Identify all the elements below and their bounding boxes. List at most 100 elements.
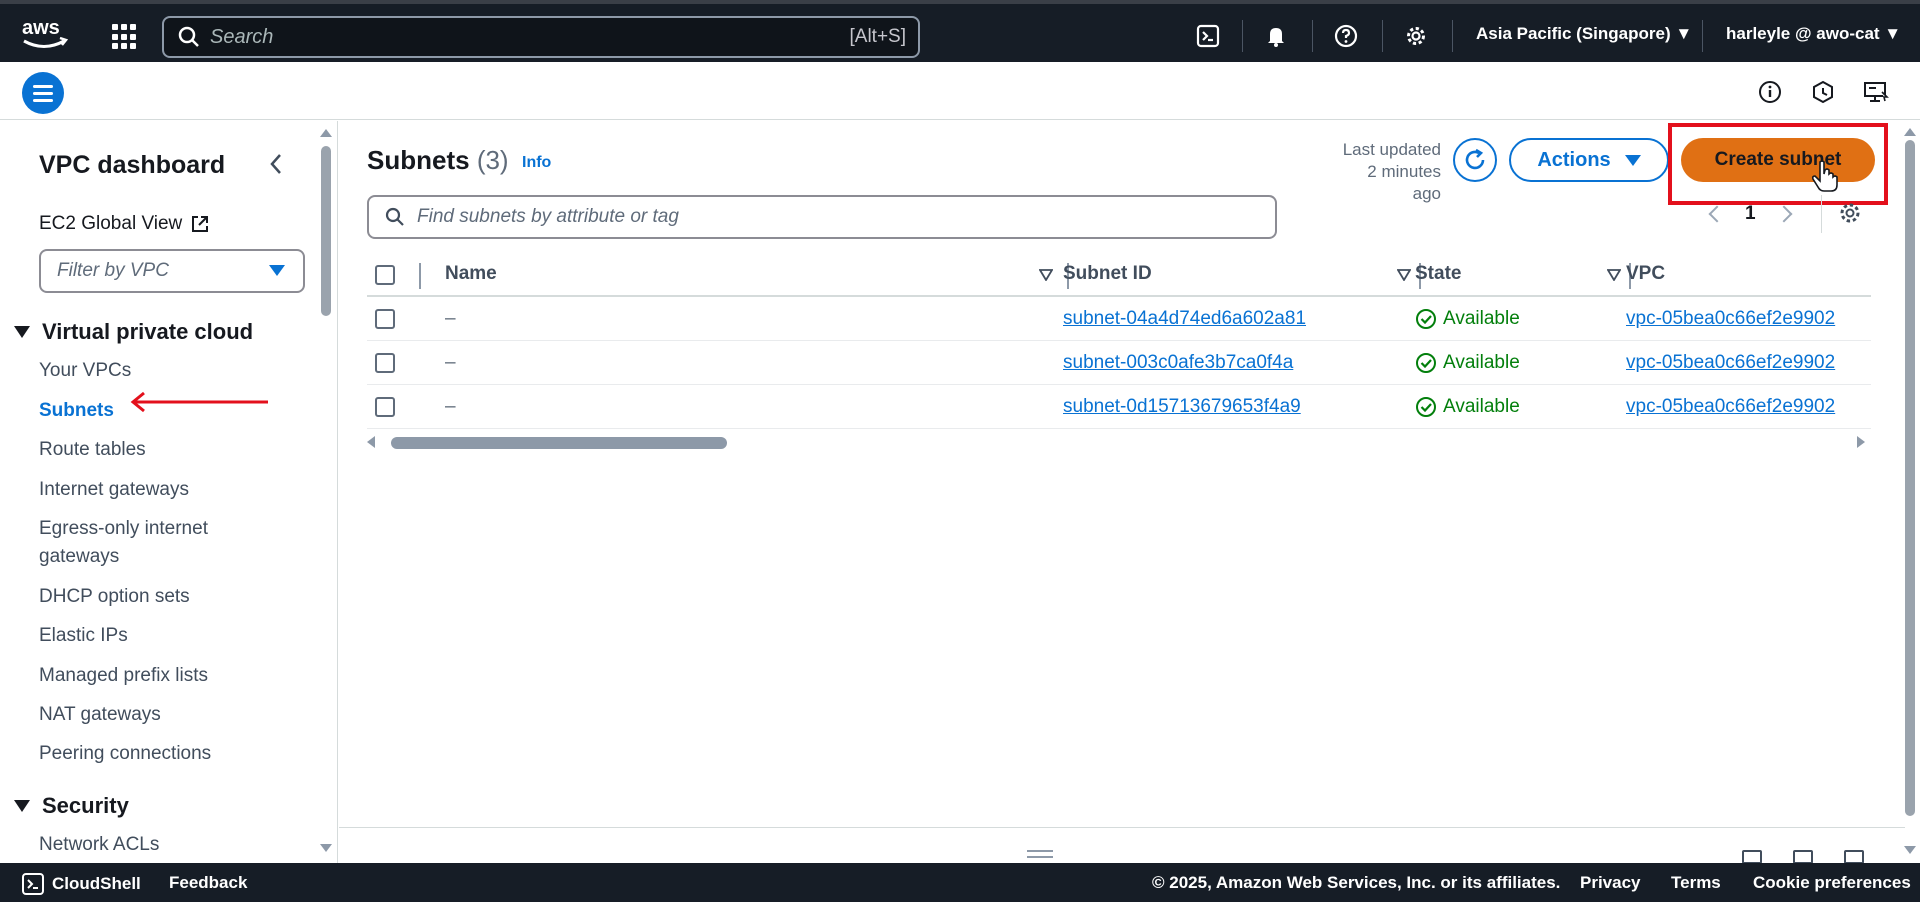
cloudshell-footer-button[interactable]: CloudShell	[22, 873, 141, 895]
cell-subnet-id-link[interactable]: subnet-04a4d74ed6a602a81	[1063, 308, 1306, 330]
settings-gear-icon[interactable]	[1402, 22, 1430, 50]
page-title-text: Subnets	[367, 145, 470, 175]
annotation-red-arrow-icon	[130, 391, 268, 413]
feedback-link[interactable]: Feedback	[169, 873, 247, 893]
select-all-checkbox[interactable]	[375, 265, 395, 285]
sidebar-item-route-tables[interactable]: Route tables	[39, 436, 146, 464]
actions-dropdown-button[interactable]: Actions	[1509, 138, 1669, 182]
split-panel-drag-handle-icon[interactable]	[1027, 850, 1053, 858]
status-available-check-icon	[1416, 397, 1436, 417]
cookie-preferences-link[interactable]: Cookie preferences	[1753, 873, 1911, 893]
info-link[interactable]: Info	[522, 154, 551, 172]
services-grid-icon[interactable]	[112, 24, 138, 50]
column-header-vpc[interactable]: VPC	[1626, 263, 1665, 285]
table-header-row: Name Subnet ID State VPC	[367, 253, 1871, 297]
region-selector[interactable]: Asia Pacific (Singapore) ▼	[1476, 24, 1692, 44]
row-checkbox[interactable]	[375, 353, 395, 373]
scroll-up-arrow-icon[interactable]	[320, 129, 332, 137]
sidebar-item-dhcp-option-sets[interactable]: DHCP option sets	[39, 583, 190, 611]
sidebar-item-internet-gateways[interactable]: Internet gateways	[39, 476, 189, 504]
table-row[interactable]: – subnet-04a4d74ed6a602a81 Available vpc…	[367, 297, 1871, 341]
search-icon	[385, 207, 404, 226]
actions-label: Actions	[1537, 148, 1611, 171]
last-updated-line2: 2 minutes ago	[1367, 162, 1441, 203]
sidebar-item-subnets[interactable]: Subnets	[39, 397, 114, 425]
sidebar-item-egress-only-internet-gateways[interactable]: Egress-only internet	[39, 515, 208, 543]
search-placeholder: Search	[210, 25, 274, 48]
expand-caret-icon	[14, 326, 30, 338]
cell-subnet-id-link[interactable]: subnet-003c0afe3b7ca0f4a	[1063, 352, 1293, 374]
aws-logo-icon[interactable]: aws	[20, 14, 72, 54]
collapse-sidebar-icon[interactable]	[266, 151, 286, 177]
notifications-bell-icon[interactable]	[1262, 22, 1290, 50]
column-header-subnet-id[interactable]: Subnet ID	[1063, 263, 1152, 285]
privacy-link[interactable]: Privacy	[1580, 873, 1641, 893]
table-preferences-gear-icon[interactable]	[1838, 201, 1862, 225]
security-shield-icon[interactable]	[1809, 78, 1837, 106]
status-available-check-icon	[1416, 353, 1436, 373]
cloudshell-icon[interactable]	[1194, 22, 1222, 50]
table-horizontal-scrollbar-thumb[interactable]	[391, 437, 727, 449]
split-bottom-icon[interactable]	[1742, 850, 1762, 864]
next-page-icon[interactable]	[1775, 205, 1793, 223]
refresh-button[interactable]	[1453, 138, 1497, 182]
column-header-name[interactable]: Name	[445, 263, 497, 285]
table-row[interactable]: – subnet-003c0afe3b7ca0f4a Available vpc…	[367, 341, 1871, 385]
sidebar-item-egress-only-internet-gateways-line2[interactable]: gateways	[39, 543, 119, 571]
global-search-input[interactable]: Search [Alt+S]	[162, 16, 920, 58]
cell-vpc-link[interactable]: vpc-05bea0c66ef2e9902	[1626, 308, 1835, 330]
cell-name: –	[445, 308, 456, 329]
filter-by-vpc-select[interactable]: Filter by VPC	[39, 249, 305, 293]
split-side-icon[interactable]	[1793, 850, 1813, 864]
sidebar-title[interactable]: VPC dashboard	[39, 151, 225, 180]
sort-icon[interactable]	[1039, 269, 1053, 281]
sidebar-item-peering-connections[interactable]: Peering connections	[39, 740, 211, 768]
main-vertical-scrollbar-thumb[interactable]	[1905, 140, 1915, 816]
menu-hamburger-icon[interactable]	[22, 72, 64, 114]
info-icon[interactable]	[1756, 78, 1784, 106]
console-footer: CloudShell Feedback © 2025, Amazon Web S…	[0, 863, 1920, 902]
help-icon[interactable]	[1332, 22, 1360, 50]
scroll-left-arrow-icon[interactable]	[367, 436, 375, 448]
find-subnets-placeholder: Find subnets by attribute or tag	[417, 206, 679, 227]
status-available-check-icon	[1416, 309, 1436, 329]
top-navigation-bar: aws Search [Alt+S] Asia Pacific (Singapo…	[0, 0, 1920, 62]
last-updated-text: Last updated 2 minutes ago	[1339, 139, 1441, 205]
terms-link[interactable]: Terms	[1671, 873, 1721, 893]
sidebar-scrollbar-thumb[interactable]	[321, 146, 331, 316]
sidebar-item-nat-gateways[interactable]: NAT gateways	[39, 701, 161, 729]
pagination-divider	[1821, 195, 1822, 233]
account-menu[interactable]: harleyle @ awo-cat ▼	[1726, 24, 1901, 44]
row-checkbox[interactable]	[375, 309, 395, 329]
split-close-icon[interactable]	[1844, 850, 1864, 864]
cell-subnet-id-link[interactable]: subnet-0d15713679653f4a9	[1063, 396, 1301, 418]
vpc-sidebar: VPC dashboard EC2 Global View Filter by …	[0, 121, 338, 863]
scroll-right-arrow-icon[interactable]	[1857, 436, 1865, 448]
sort-icon[interactable]	[1397, 269, 1411, 281]
sidebar-item-network-acls[interactable]: Network ACLs	[39, 831, 159, 859]
find-subnets-input[interactable]: Find subnets by attribute or tag	[367, 195, 1277, 239]
cell-vpc-link[interactable]: vpc-05bea0c66ef2e9902	[1626, 396, 1835, 418]
sort-icon[interactable]	[1607, 269, 1621, 281]
section-virtual-private-cloud[interactable]: Virtual private cloud	[14, 319, 253, 345]
last-updated-line1: Last updated	[1342, 140, 1441, 159]
sidebar-item-your-vpcs[interactable]: Your VPCs	[39, 357, 131, 385]
subnet-count: (3)	[476, 145, 509, 175]
sidebar-item-elastic-ips[interactable]: Elastic IPs	[39, 622, 128, 650]
table-row[interactable]: – subnet-0d15713679653f4a9 Available vpc…	[367, 385, 1871, 429]
cell-vpc-link[interactable]: vpc-05bea0c66ef2e9902	[1626, 352, 1835, 374]
ec2-global-view-link[interactable]: EC2 Global View	[39, 213, 210, 235]
scroll-down-arrow-icon[interactable]	[1904, 846, 1916, 854]
nav-divider	[1242, 20, 1243, 52]
previous-page-icon[interactable]	[1708, 205, 1726, 223]
current-page-number[interactable]: 1	[1745, 203, 1756, 225]
scroll-up-arrow-icon[interactable]	[1904, 128, 1916, 136]
expand-caret-icon	[14, 800, 30, 812]
presentation-icon[interactable]	[1862, 78, 1890, 106]
pagination: 1	[1708, 203, 1793, 225]
scroll-down-arrow-icon[interactable]	[320, 844, 332, 852]
section-security[interactable]: Security	[14, 793, 129, 819]
column-header-state[interactable]: State	[1415, 263, 1461, 285]
row-checkbox[interactable]	[375, 397, 395, 417]
sidebar-item-managed-prefix-lists[interactable]: Managed prefix lists	[39, 662, 208, 690]
